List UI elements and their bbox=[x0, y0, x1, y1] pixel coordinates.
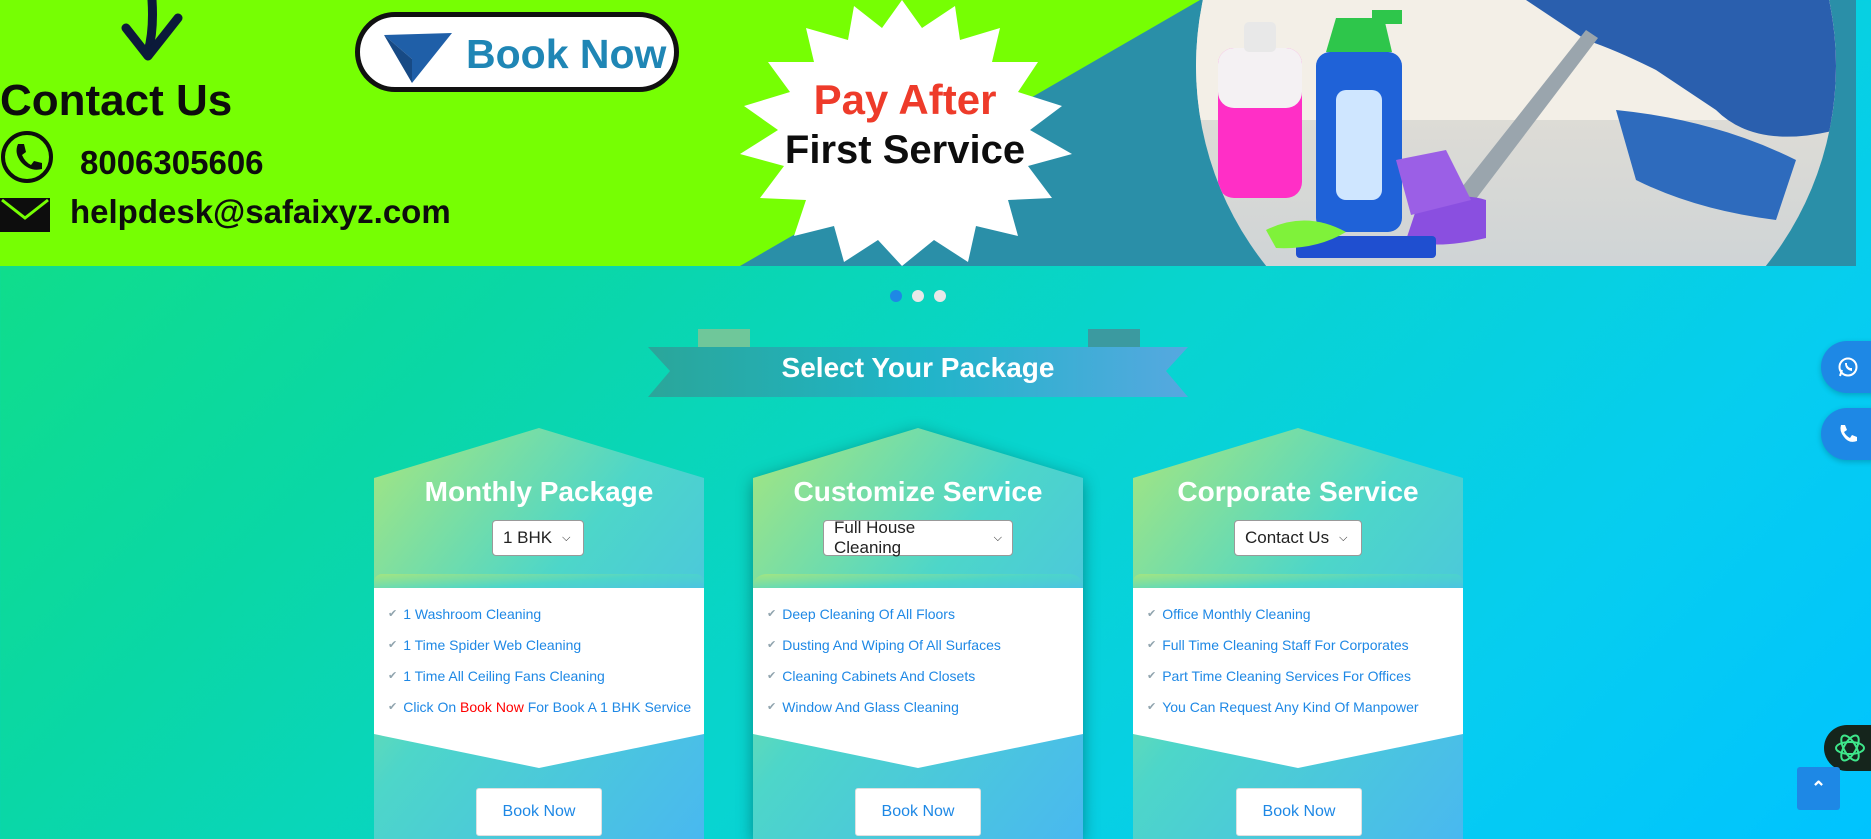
card-title: Customize Service bbox=[793, 476, 1043, 507]
scroll-to-top-button[interactable]: ⌃ bbox=[1797, 767, 1840, 810]
check-circle-icon: ✔ bbox=[767, 639, 777, 651]
check-circle-icon: ✔ bbox=[767, 670, 777, 682]
feature-item: ✔ Cleaning Cabinets And Closets bbox=[767, 660, 1001, 691]
check-circle-icon: ✔ bbox=[767, 608, 777, 620]
promo-line-1: Pay After bbox=[813, 76, 997, 123]
check-circle-icon: ✔ bbox=[1147, 639, 1157, 651]
feature-text: Window And Glass Cleaning bbox=[782, 698, 959, 715]
phone-icon bbox=[1840, 425, 1857, 442]
feature-text: Part Time Cleaning Services For Offices bbox=[1162, 667, 1411, 684]
paper-plane-icon bbox=[384, 33, 452, 83]
carousel-indicators bbox=[890, 290, 946, 302]
select-value: Full House Cleaning bbox=[834, 518, 916, 557]
feature-text: 1 Time All Ceiling Fans Cleaning bbox=[403, 667, 605, 684]
feature-text: Full Time Cleaning Staff For Corporates bbox=[1162, 636, 1409, 653]
cleaning-photo bbox=[1196, 0, 1836, 266]
chevron-down-icon: ⌵ bbox=[562, 531, 571, 544]
promo-line-2: First Service bbox=[784, 128, 1026, 172]
feature-text: You Can Request Any Kind Of Manpower bbox=[1162, 698, 1419, 715]
feature-item: ✔ Dusting And Wiping Of All Surfaces bbox=[767, 629, 1001, 660]
check-circle-icon: ✔ bbox=[388, 608, 398, 620]
ai-assistant-button[interactable] bbox=[1824, 725, 1871, 771]
banner-book-now-button[interactable]: Book Now bbox=[355, 12, 679, 92]
carousel-dot-3[interactable] bbox=[934, 290, 946, 302]
ai-assistant-icon bbox=[1835, 734, 1865, 762]
contact-email[interactable]: helpdesk@safaixyz.com bbox=[70, 193, 451, 231]
banner-book-now-label: Book Now bbox=[466, 31, 667, 77]
book-now-button[interactable]: Book Now bbox=[1236, 788, 1362, 836]
package-card: Monthly Package 1 BHK ⌵ ✔ 1 Washroom Clea… bbox=[374, 428, 704, 839]
phone-icon bbox=[1, 131, 53, 183]
feature-text: Cleaning Cabinets And Closets bbox=[782, 667, 976, 684]
contact-phone[interactable]: 8006305606 bbox=[80, 144, 264, 182]
feature-item: ✔ Window And Glass Cleaning bbox=[767, 691, 1001, 722]
feature-list: ✔ 1 Washroom Cleaning ✔ 1 Time Spider Web C… bbox=[388, 598, 691, 722]
feature-item: ✔ 1 Washroom Cleaning bbox=[388, 598, 691, 629]
feature-text: Office Monthly Cleaning bbox=[1162, 605, 1311, 622]
carousel-dot-2[interactable] bbox=[912, 290, 924, 302]
whatsapp-button[interactable] bbox=[1821, 341, 1871, 393]
feature-text: 1 Washroom Cleaning bbox=[403, 605, 542, 622]
check-circle-icon: ✔ bbox=[388, 670, 398, 682]
book-now-button[interactable]: Book Now bbox=[476, 788, 602, 836]
book-now-button[interactable]: Book Now bbox=[855, 788, 981, 836]
section-title: Select Your Package bbox=[781, 352, 1055, 383]
call-button[interactable] bbox=[1821, 408, 1871, 460]
hero-banner: Book Now Contact Us 8006305606 helpdesk@… bbox=[0, 0, 1856, 266]
feature-list: ✔ Office Monthly Cleaning ✔ Full Time Clean… bbox=[1147, 598, 1419, 722]
card-title: Monthly Package bbox=[424, 476, 654, 507]
package-card: Customize Service Full House Cleaning ⌵ … bbox=[753, 428, 1083, 839]
double-chevron-up-icon: ⌃ bbox=[1810, 778, 1827, 798]
feature-item: ✔ 1 Time Spider Web Cleaning bbox=[388, 629, 691, 660]
feature-text-post: For Book A 1 BHK Service bbox=[527, 698, 692, 715]
book-now-link[interactable]: Book Now bbox=[460, 699, 524, 715]
whatsapp-icon bbox=[1838, 357, 1858, 377]
check-circle-icon: ✔ bbox=[388, 639, 398, 651]
package-card: Corporate Service Contact Us ⌵ ✔ Office M… bbox=[1133, 428, 1463, 839]
chevron-down-icon: ⌵ bbox=[1339, 531, 1348, 544]
feature-item: ✔ Click On Book Now For Book A 1 BHK Serv… bbox=[388, 691, 691, 722]
check-circle-icon: ✔ bbox=[388, 701, 398, 713]
feature-item: ✔ You Can Request Any Kind Of Manpower bbox=[1147, 691, 1419, 722]
feature-text: Deep Cleaning Of All Floors bbox=[782, 605, 955, 622]
check-circle-icon: ✔ bbox=[1147, 608, 1157, 620]
mail-icon bbox=[0, 198, 50, 232]
feature-item: ✔ Full Time Cleaning Staff For Corporates bbox=[1147, 629, 1419, 660]
check-circle-icon: ✔ bbox=[1147, 670, 1157, 682]
contact-title: Contact Us bbox=[0, 76, 233, 125]
feature-item: ✔ Office Monthly Cleaning bbox=[1147, 598, 1419, 629]
feature-text: 1 Time Spider Web Cleaning bbox=[403, 636, 582, 653]
package-select[interactable]: 1 BHK ⌵ bbox=[492, 520, 584, 556]
check-circle-icon: ✔ bbox=[767, 701, 777, 713]
feature-text-pre: Click On bbox=[403, 698, 457, 715]
feature-text: Dusting And Wiping Of All Surfaces bbox=[782, 636, 1001, 653]
chevron-down-icon: ⌵ bbox=[993, 531, 1002, 544]
feature-list: ✔ Deep Cleaning Of All Floors ✔ Dusting And… bbox=[767, 598, 1001, 722]
select-value: Contact Us bbox=[1245, 528, 1330, 547]
select-value: 1 BHK bbox=[503, 528, 553, 547]
feature-item: ✔ Part Time Cleaning Services For Offices bbox=[1147, 660, 1419, 691]
carousel-dot-1[interactable] bbox=[890, 290, 902, 302]
feature-item: ✔ 1 Time All Ceiling Fans Cleaning bbox=[388, 660, 691, 691]
package-select[interactable]: Full House Cleaning ⌵ bbox=[823, 518, 1013, 557]
feature-item: ✔ Deep Cleaning Of All Floors bbox=[767, 598, 1001, 629]
arrow-down-icon bbox=[121, 0, 183, 61]
package-select[interactable]: Contact Us ⌵ bbox=[1234, 520, 1362, 556]
check-circle-icon: ✔ bbox=[1147, 701, 1157, 713]
card-title: Corporate Service bbox=[1177, 476, 1419, 507]
